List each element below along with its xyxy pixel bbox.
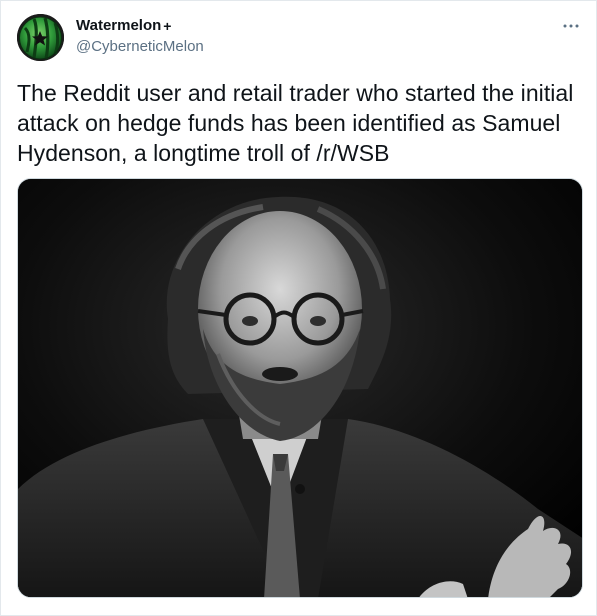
author-name-suffix: +: [163, 18, 172, 34]
ellipsis-icon: [563, 24, 579, 28]
bearded-man-with-glasses-photo-icon: [18, 179, 582, 597]
tweet-text: The Reddit user and retail trader who st…: [17, 80, 574, 166]
more-options-icon[interactable]: [560, 15, 582, 37]
avatar[interactable]: [17, 14, 64, 61]
author-handle[interactable]: @CyberneticMelon: [76, 38, 204, 56]
author-display-name[interactable]: Watermelon: [76, 17, 161, 35]
watermelon-avatar-icon: [17, 14, 64, 61]
author-name-row[interactable]: Watermelon +: [76, 17, 171, 35]
tweet-card[interactable]: Watermelon + @CyberneticMelon The Reddit…: [0, 0, 597, 616]
tweet-media-photo[interactable]: [17, 178, 583, 598]
